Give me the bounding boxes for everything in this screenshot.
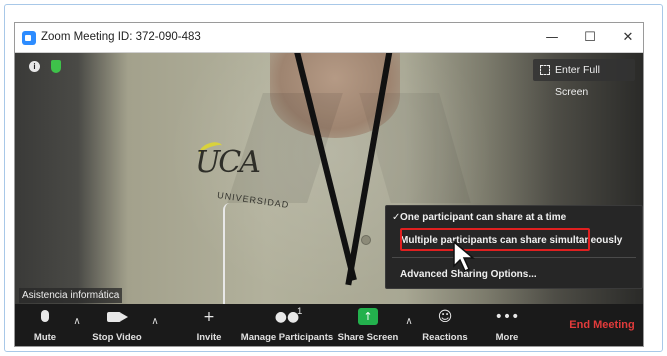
highlight-annotation-box [400,228,590,251]
fullscreen-icon [540,65,550,75]
stop-video-label: Stop Video [92,332,142,343]
reactions-label: Reactions [422,332,468,343]
mouse-cursor-icon [453,240,476,273]
participants-count: 1 [297,306,303,317]
logo-text: UCA [195,145,261,180]
menu-item-one-participant[interactable]: ✓ One participant can share at a time [386,207,644,229]
share-options-caret[interactable]: ∧ [403,316,415,328]
reactions-button[interactable]: ☺ Reactions [420,304,470,346]
share-screen-button[interactable]: ↑ Share Screen [337,304,399,346]
end-meeting-button[interactable]: End Meeting [567,304,637,346]
menu-item-advanced-sharing[interactable]: Advanced Sharing Options... [386,264,644,286]
zoom-app-icon [22,31,36,45]
share-screen-icon: ↑ [358,308,378,325]
close-button[interactable]: ✕ [613,27,643,49]
stop-video-button[interactable]: Stop Video [87,304,147,346]
title-bar: Zoom Meeting ID: 372-090-483 — ☐ ✕ [15,23,643,53]
encryption-shield-icon[interactable] [51,60,61,73]
maximize-button[interactable]: ☐ [575,27,605,49]
invite-button[interactable]: + Invite [189,304,229,346]
info-icon[interactable]: i [29,61,40,72]
more-button[interactable]: ••• More [485,304,529,346]
add-person-icon: + [203,309,215,325]
participant-name-label: Asistencia informática [19,288,123,303]
invite-label: Invite [196,332,222,343]
share-screen-label: Share Screen [337,332,399,343]
participants-icon: ●● [274,309,300,325]
shirt-button [361,235,371,245]
menu-divider [392,257,636,258]
microphone-icon [41,310,49,322]
mute-label: Mute [33,332,57,343]
reactions-icon: ☺ [437,309,453,325]
manage-participants-button[interactable]: ●● 1 Manage Participants [237,304,337,346]
earphone-cable [223,203,237,304]
mute-button[interactable]: Mute [23,304,67,346]
minimize-button[interactable]: — [537,27,567,49]
menu-item-label: One participant can share at a time [400,212,567,223]
meeting-toolbar: Mute ∧ Stop Video ∧ + Invite ●● 1 Manage… [15,304,643,346]
check-icon: ✓ [392,212,401,223]
more-label: More [495,332,519,343]
video-options-caret[interactable]: ∧ [149,316,161,328]
window-title: Zoom Meeting ID: 372-090-483 [41,31,201,43]
more-dots-icon: ••• [494,309,520,325]
manage-participants-label: Manage Participants [240,332,334,343]
zoom-meeting-window: Zoom Meeting ID: 372-090-483 — ☐ ✕ UCA U… [14,22,644,347]
enter-full-screen-button[interactable]: Enter Full Screen [533,59,635,98]
audio-options-caret[interactable]: ∧ [71,316,83,328]
video-camera-icon [107,312,128,322]
